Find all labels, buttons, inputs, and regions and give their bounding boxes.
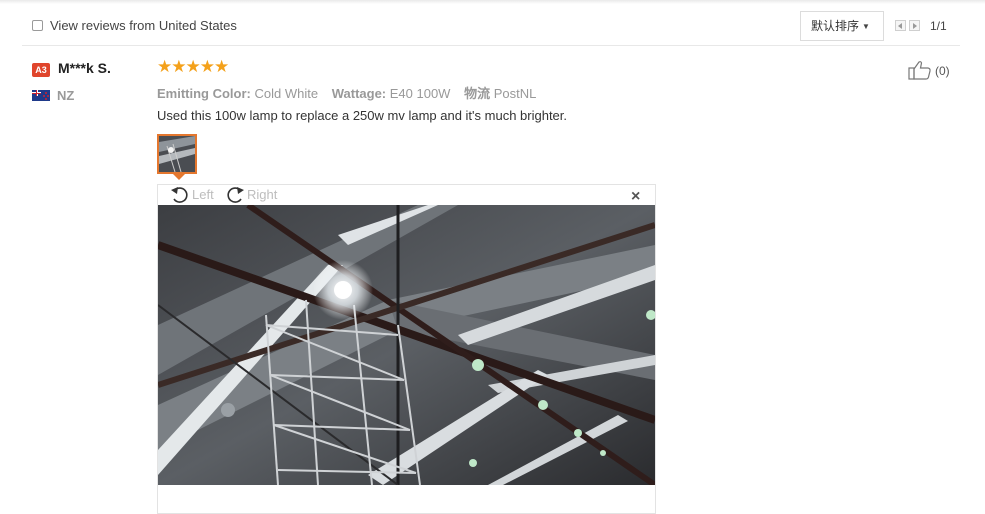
prev-page-button[interactable] [895,20,906,31]
sort-label: 默认排序 [811,19,860,33]
sku-shipping-label: 物流 [464,86,491,101]
nz-flag-icon [32,90,50,101]
star-icon: ★ [171,57,187,76]
us-reviews-checkbox[interactable] [32,20,43,31]
photo-viewer: Left Right × [157,184,656,514]
thumbs-up-icon [908,61,931,80]
sku-color-label: Emitting Color: [157,86,251,101]
review-filter-bar: View reviews from United States 默认排序 ▼ 1/… [22,8,960,46]
rotate-right-icon [227,187,244,203]
sort-dropdown[interactable]: 默认排序 ▼ [800,11,884,41]
star-icon: ★ [199,57,215,76]
star-icon: ★ [185,57,201,76]
rotate-left-icon [171,187,188,203]
sku-attributes: Emitting Color: Cold White Wattage: E40 … [157,83,546,102]
close-icon[interactable]: × [631,188,640,206]
sku-wattage-value: E40 100W [389,86,451,101]
top-edge-shadow [0,0,985,4]
buyer-level-badge: A3 [32,63,50,77]
star-rating: ★★★★★ [157,57,230,76]
page-indicator: 1/1 [930,19,947,33]
us-reviews-label[interactable]: View reviews from United States [50,18,237,33]
thumbnail-selected-pointer [173,174,185,180]
sku-color-value: Cold White [254,86,319,101]
rotate-right-label: Right [247,187,278,202]
next-page-button[interactable] [909,20,920,31]
star-icon: ★ [214,57,230,76]
reviewer-country: NZ [57,88,75,103]
review-text: Used this 100w lamp to replace a 250w mv… [157,108,568,123]
sku-wattage-label: Wattage: [331,86,387,101]
star-icon: ★ [157,57,173,76]
review-photo-thumbnail[interactable] [157,134,197,174]
helpful-count: (0) [935,64,950,78]
rotate-left-label: Left [192,187,214,202]
review-photo-large [158,205,655,485]
sku-shipping-value: PostNL [493,86,537,101]
chevron-down-icon: ▼ [862,22,870,31]
reviewer-name: M***k S. [58,60,111,76]
